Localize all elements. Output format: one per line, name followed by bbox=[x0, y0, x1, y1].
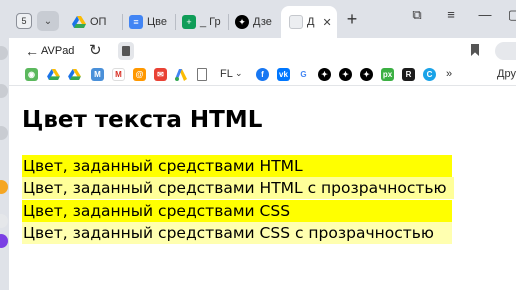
tab-docs[interactable]: ≡ Цве bbox=[129, 8, 171, 36]
google-drive-icon bbox=[72, 15, 86, 29]
tab-strip: 5 ⌄ ОП ≡ Цве + _ Гр ✦ Дзе Д ✕ + ⧉ ≡ — ▢ bbox=[0, 0, 516, 38]
back-arrow-icon[interactable]: ← bbox=[25, 43, 39, 59]
bookmark-folder-label[interactable]: FL bbox=[220, 68, 233, 80]
chevron-down-icon[interactable]: ⌄ bbox=[235, 68, 243, 79]
page-info-button[interactable] bbox=[118, 42, 134, 60]
color-row-css-transparent: Цвет, заданный средствами CSS с прозрачн… bbox=[22, 222, 452, 244]
color-row-html-transparent: Цвет, заданный средствами HTML с прозрач… bbox=[22, 177, 454, 199]
address-field[interactable] bbox=[495, 42, 516, 60]
new-tab-button[interactable]: + bbox=[342, 10, 362, 30]
site-label[interactable]: AVPad bbox=[41, 45, 74, 57]
color-row-html: Цвет, заданный средствами HTML bbox=[22, 155, 452, 177]
tab-separator bbox=[228, 14, 229, 30]
c-app-icon[interactable]: C bbox=[423, 68, 436, 81]
tab-label: Цве bbox=[147, 16, 167, 28]
tab-count-badge[interactable]: 5 bbox=[16, 13, 32, 29]
side-rail bbox=[0, 38, 9, 290]
google-drive-icon[interactable] bbox=[47, 68, 60, 81]
gmail-icon[interactable]: M bbox=[112, 68, 125, 81]
rail-item-icon[interactable] bbox=[0, 214, 8, 228]
more-bookmarks-button[interactable]: » bbox=[446, 68, 452, 80]
tab-list-button[interactable]: ⌄ bbox=[37, 11, 59, 31]
vk-icon[interactable]: vk bbox=[277, 68, 290, 81]
chevron-down-icon: ⌄ bbox=[43, 15, 53, 27]
page-content: Цвет текста HTML Цвет, заданный средства… bbox=[9, 87, 516, 290]
dzen-icon[interactable]: ✦ bbox=[318, 68, 331, 81]
tab-label: ОП bbox=[90, 16, 107, 28]
plus-icon: + bbox=[346, 9, 358, 29]
minimize-icon[interactable]: — bbox=[476, 7, 494, 25]
google-docs-icon: ≡ bbox=[129, 15, 143, 29]
page-title: Цвет текста HTML bbox=[22, 107, 263, 133]
dzen-icon[interactable]: ✦ bbox=[339, 68, 352, 81]
dzen-icon: ✦ bbox=[235, 15, 249, 29]
tab-separator bbox=[175, 14, 176, 30]
google-sheets-icon: + bbox=[182, 15, 196, 29]
page-icon[interactable] bbox=[197, 68, 207, 81]
document-icon bbox=[122, 46, 130, 56]
google-icon[interactable]: G bbox=[297, 68, 310, 81]
google-drive-icon[interactable] bbox=[68, 68, 81, 81]
rail-item-icon[interactable] bbox=[0, 84, 8, 98]
tab-active-page[interactable]: Д ✕ bbox=[281, 6, 337, 38]
color-row-css: Цвет, заданный средствами CSS bbox=[22, 200, 452, 222]
other-bookmarks-folder[interactable]: Дру bbox=[497, 68, 516, 80]
address-bar: ← AVPad ↻ bbox=[9, 38, 516, 64]
yandex-mail-icon[interactable]: M bbox=[91, 68, 104, 81]
rail-item-icon[interactable] bbox=[0, 126, 8, 140]
px-icon[interactable]: px bbox=[381, 68, 394, 81]
alice-assistant-icon[interactable] bbox=[0, 234, 8, 248]
facebook-icon[interactable]: f bbox=[256, 68, 269, 81]
tab-label: Д bbox=[307, 16, 315, 28]
bookmark-game-icon[interactable]: ◉ bbox=[25, 68, 38, 81]
tab-sheets[interactable]: + _ Гр bbox=[182, 8, 226, 36]
restore-icon[interactable]: ▢ bbox=[505, 7, 516, 25]
menu-icon[interactable]: ≡ bbox=[442, 7, 460, 25]
r-app-icon[interactable]: R bbox=[402, 68, 415, 81]
tab-separator bbox=[122, 14, 123, 30]
tab-dzen[interactable]: ✦ Дзе bbox=[235, 8, 277, 36]
rail-item-icon[interactable] bbox=[0, 46, 8, 60]
page-icon bbox=[289, 15, 303, 29]
reload-icon[interactable]: ↻ bbox=[89, 41, 102, 59]
google-ads-icon[interactable] bbox=[175, 68, 188, 81]
at-mail-icon[interactable]: @ bbox=[133, 68, 146, 81]
close-icon[interactable]: ✕ bbox=[322, 16, 331, 29]
bookmarks-bar: ◉ M M @ ✉ FL ⌄ f vk G ✦ ✦ ✦ px R C » Дру bbox=[9, 64, 516, 86]
bookmark-icon[interactable] bbox=[471, 44, 479, 56]
dzen-icon[interactable]: ✦ bbox=[360, 68, 373, 81]
tab-drive[interactable]: ОП bbox=[72, 8, 118, 36]
tab-label: Дзе bbox=[253, 16, 272, 28]
envelope-icon[interactable]: ✉ bbox=[154, 68, 167, 81]
tab-label: _ Гр bbox=[200, 16, 221, 28]
rail-app-icon[interactable] bbox=[0, 180, 8, 194]
bookmarks-panel-icon[interactable]: ⧉ bbox=[408, 7, 426, 25]
